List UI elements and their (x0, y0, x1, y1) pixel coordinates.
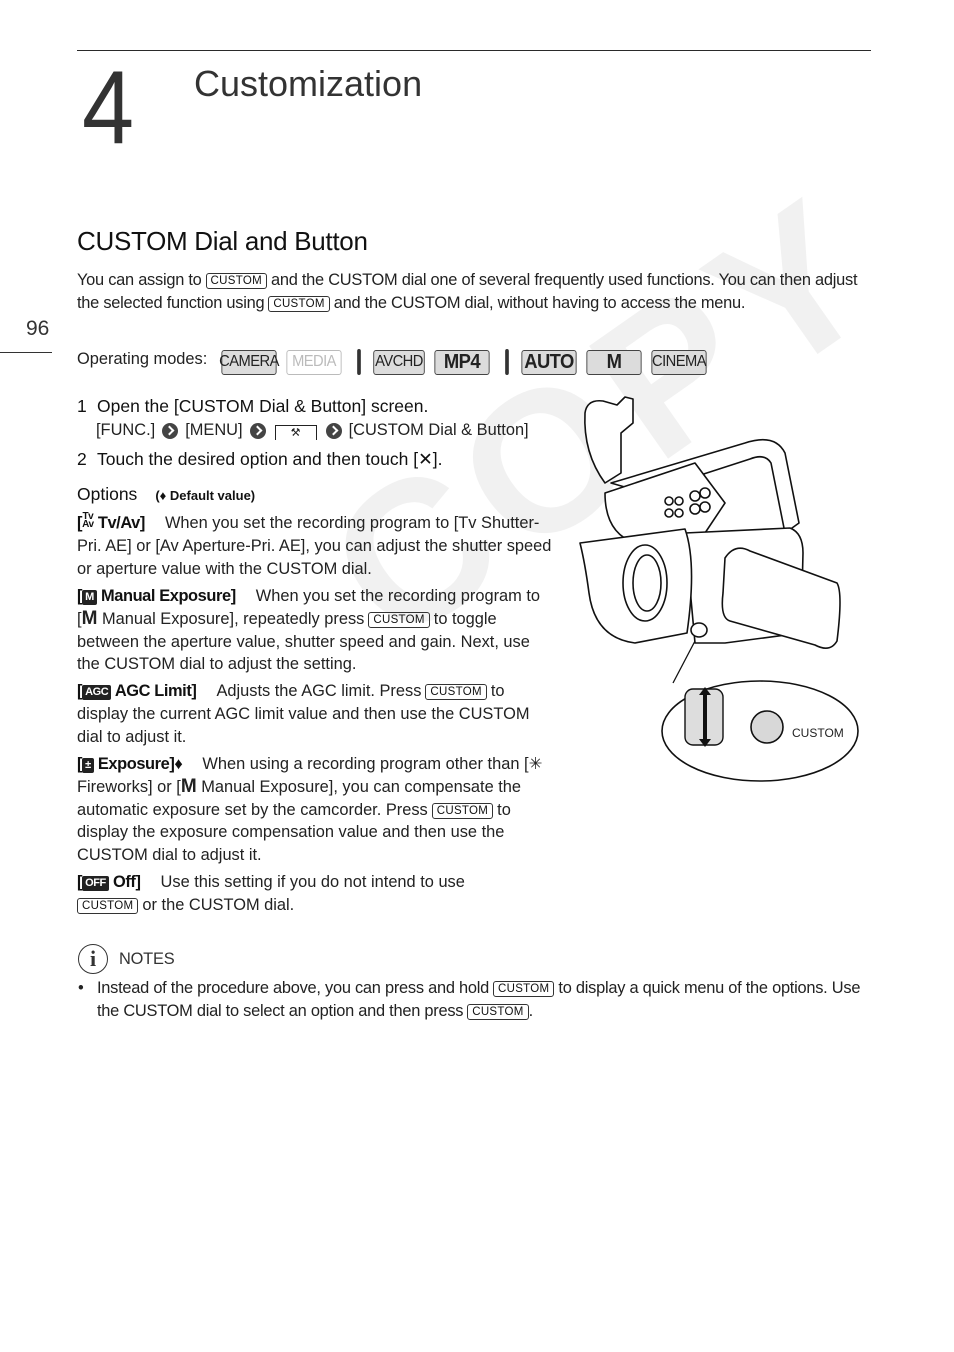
path-menu: [MENU] (185, 421, 243, 439)
step-number: 2 (77, 449, 87, 469)
menu-path: [FUNC.] [MENU] ⚒ [CUSTOM Dial & Button] (96, 421, 529, 440)
bullet-icon: • (78, 979, 84, 997)
path-custom-dial: [CUSTOM Dial & Button] (348, 421, 529, 439)
step-1: 1 Open the [CUSTOM Dial & Button] screen. (77, 396, 428, 417)
section-title: CUSTOM Dial and Button (77, 226, 368, 256)
mode-cinema-icon: CINEMA (651, 349, 707, 375)
operating-modes: Operating modes: CAMERA MEDIA AVCHD MP4 … (77, 348, 714, 376)
mode-auto-icon: AUTO (521, 349, 577, 375)
option-label: AGC Limit] (114, 682, 197, 700)
custom-button-glyph: CUSTOM (368, 611, 430, 628)
custom-button-glyph: CUSTOM (493, 981, 555, 997)
option-label: Off] (113, 873, 141, 891)
page-number: 96 (26, 317, 50, 340)
manual-m-icon: M (81, 607, 98, 629)
option-description: Fireworks] or [ (77, 777, 181, 796)
options-heading: Options (♦ Default value) (77, 484, 255, 505)
manual-mode-icon: M (82, 590, 97, 605)
chevron-right-icon (249, 422, 266, 439)
mode-manual-icon: M (586, 349, 642, 375)
tv-av-icon: Tv Av (82, 511, 94, 530)
callout-pointer (672, 640, 696, 684)
manual-m-icon: M (180, 775, 197, 797)
intro-text: You can assign to (77, 271, 202, 289)
custom-button-closeup (750, 710, 784, 744)
close-icon: ✕ (418, 449, 433, 469)
note-item: Instead of the procedure above, you can … (97, 977, 877, 1022)
fireworks-icon: ✳ (528, 755, 543, 773)
mode-avchd-icon: AVCHD (373, 349, 426, 375)
off-icon: OFF (82, 876, 109, 891)
option-description: Use this setting if you do not intend to… (160, 873, 465, 891)
custom-button-glyph: CUSTOM (205, 273, 267, 289)
custom-dial (690, 622, 708, 638)
option-description: When using a recording program other tha… (202, 755, 529, 773)
option-name: [AGC AGC Limit] (77, 682, 197, 700)
step-text: ]. (432, 449, 443, 469)
default-value-note: (♦ Default value) (155, 488, 256, 503)
step-number: 1 (77, 396, 87, 416)
step-2: 2 Touch the desired option and then touch… (77, 449, 442, 470)
note-text: . (528, 1001, 534, 1020)
option-label: Tv/Av] (97, 514, 145, 532)
option-description: When you set the recording program to [T… (77, 514, 552, 578)
mode-separator (357, 349, 362, 375)
mode-separator (505, 349, 510, 375)
chevron-right-icon (325, 422, 342, 439)
agc-icon: AGC (82, 685, 112, 700)
header-rule (77, 50, 871, 51)
notes-heading: NOTES (119, 950, 175, 968)
custom-button-glyph: CUSTOM (425, 684, 487, 700)
custom-button-glyph: CUSTOM (431, 802, 494, 819)
operating-modes-label: Operating modes: (77, 349, 208, 368)
option-agc-limit: [AGC AGC Limit] Adjusts the AGC limit. Pr… (77, 680, 557, 748)
custom-button-glyph: CUSTOM (77, 897, 139, 914)
option-name: [± Exposure]♦ (77, 755, 183, 773)
intro-text: and the CUSTOM dial, without having to a… (333, 293, 746, 312)
option-name: [Tv Av Tv/Av] (77, 511, 145, 533)
mode-camera-icon: CAMERA (219, 349, 280, 375)
option-label: Exposure]♦ (97, 755, 183, 773)
chapter-title: Customization (194, 63, 423, 104)
chapter-number: 4 (82, 50, 134, 166)
option-description: or the CUSTOM dial. (142, 895, 295, 914)
option-description: Manual Exposure], repeatedly press (101, 609, 365, 628)
option-name: [OFF Off] (77, 873, 141, 891)
option-exposure: [± Exposure]♦ When using a recording prog… (77, 753, 557, 867)
info-icon: i (78, 944, 108, 974)
step-text: Touch the desired option and then touch … (97, 449, 419, 469)
chevron-right-icon (162, 422, 179, 439)
callout-label: CUSTOM (792, 726, 844, 740)
exposure-compensation-icon: ± (82, 758, 94, 773)
wrench-icon: ⚒ (274, 425, 317, 440)
page-number-rule (0, 352, 52, 353)
mode-media-icon: MEDIA (286, 349, 342, 375)
option-manual-exposure: [M Manual Exposure] When you set the reco… (77, 585, 557, 676)
option-off: [OFF Off] Use this setting if you do not … (77, 871, 557, 917)
step-text: Open the [CUSTOM Dial & Button] screen. (97, 396, 429, 416)
mode-mp4-icon: MP4 (434, 349, 490, 375)
intro-paragraph: You can assign to CUSTOM and the CUSTOM di… (77, 269, 877, 315)
camcorder-illustration: CUSTOM (579, 396, 859, 782)
option-tv-av: [Tv Av Tv/Av] When you set the recording p… (77, 512, 557, 580)
option-description: Adjusts the AGC limit. Press (216, 682, 422, 700)
option-name: [M Manual Exposure] (77, 587, 236, 605)
options-title: Options (77, 484, 138, 504)
viewfinder (584, 396, 634, 484)
custom-button-glyph: CUSTOM (467, 1003, 529, 1020)
path-func: [FUNC.] (96, 421, 156, 439)
note-text: Instead of the procedure above, you can … (97, 979, 489, 997)
option-label: Manual Exposure] (100, 587, 236, 605)
custom-button-glyph: CUSTOM (268, 295, 330, 312)
